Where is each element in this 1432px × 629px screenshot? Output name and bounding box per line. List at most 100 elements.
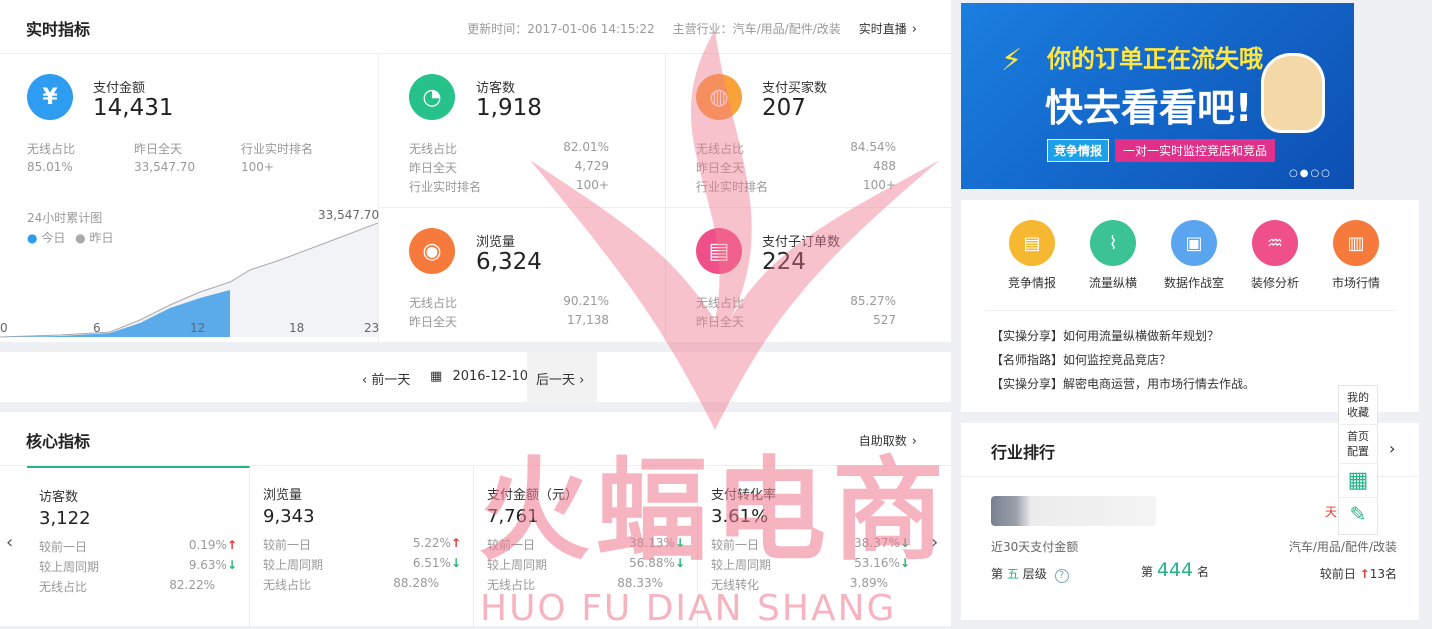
home-config-button[interactable]: 首页配置: [1339, 425, 1377, 464]
payment-sub-value-1: 33,547.70: [134, 160, 196, 174]
carousel-next-icon[interactable]: ›: [931, 532, 938, 553]
tool-label: 竞争情报: [1007, 276, 1056, 290]
clipboard-icon: ▤: [696, 228, 742, 274]
core-card-visitors[interactable]: 访客数 3,122 较前一日 0.19%↑ 较上周同期 9.63%↓ 无线占比 82.…: [27, 466, 250, 626]
level-info: 第 五 层级 ?: [991, 565, 1069, 583]
payment-sub-label-2: 行业实时排名: [241, 142, 314, 156]
x-tick-0: 0: [0, 321, 8, 335]
suborders-row-1: 昨日全天 527: [696, 313, 896, 329]
card-value: 9,343: [263, 506, 315, 527]
date-picker[interactable]: ▦ 2016-12-10: [430, 369, 528, 384]
help-icon[interactable]: ?: [1054, 569, 1069, 583]
card-row: 较上周同期 6.51%↓: [263, 556, 461, 572]
ranking-industry: 汽车/用品/配件/改装: [1288, 540, 1397, 554]
payment-sub-label-1: 昨日全天: [134, 142, 183, 156]
next-day-label: 后一天: [536, 373, 576, 388]
buyers-value: 207: [762, 95, 806, 121]
tool-competition[interactable]: ▤ 竞争情报: [997, 220, 1067, 291]
prev-day-label: 前一天: [371, 373, 411, 388]
arrow-down-icon: ↓: [899, 536, 910, 550]
arrow-down-icon: ↓: [674, 556, 685, 570]
suborders-row-0: 无线占比 85.27%: [696, 294, 896, 310]
article-link-0[interactable]: 【实操分享】如何用流量纵横做新年规划？: [991, 327, 1219, 344]
rank-info: 第 444 名: [1141, 559, 1209, 581]
card-label: 支付转化率: [711, 488, 777, 503]
tool-warroom[interactable]: ▣ 数据作战室: [1159, 220, 1229, 291]
card-label: 支付金额（元）: [487, 488, 579, 503]
tool-market[interactable]: ▥ 市场行情: [1321, 220, 1391, 291]
arrow-down-icon: ↓: [674, 536, 685, 550]
tool-traffic[interactable]: ⌇ 流量纵横: [1078, 220, 1148, 291]
arrow-down-icon: ↓: [450, 556, 461, 570]
card-row: 无线转化 3.89%: [711, 576, 888, 592]
prev-day-button[interactable]: ‹ 前一天: [362, 369, 410, 388]
card-row: 较上周同期 56.88%↓: [487, 556, 685, 572]
core-card-pageviews[interactable]: 浏览量 9,343 较前一日 5.22%↑ 较上周同期 6.51%↓ 无线占比 88.…: [251, 466, 474, 626]
carousel-dots[interactable]: ○●○○: [1289, 168, 1332, 179]
core-title: 核心指标: [26, 432, 91, 451]
visitors-label: 访客数: [476, 81, 516, 96]
tool-label: 流量纵横: [1088, 276, 1137, 290]
x-tick-3: 18: [289, 321, 305, 335]
realtime-panel: 实时指标 更新时间：2017-01-06 14:15:22 主营行业：汽车/用品…: [0, 0, 951, 342]
pencil-icon[interactable]: ✎: [1339, 498, 1377, 530]
tool-label: 装修分析: [1250, 276, 1299, 290]
card-value: 7,761: [487, 506, 539, 527]
ranking-desc: 近30天支付金额: [991, 540, 1079, 554]
suborders-value: 224: [762, 249, 806, 275]
bar-chart-icon: ▥: [1333, 220, 1379, 266]
document-icon: ▤: [1009, 220, 1055, 266]
payment-sub-label-0: 无线占比: [27, 142, 76, 156]
footprint-icon: ◔: [409, 74, 455, 120]
next-day-button[interactable]: 后一天 ›: [527, 352, 597, 402]
realtime-header-info: 更新时间：2017-01-06 14:15:22 主营行业：汽车/用品/配件/改…: [467, 20, 917, 37]
article-link-2[interactable]: 【实操分享】解密电商运营，用市场行情去作战。: [991, 375, 1255, 392]
card-label: 访客数: [39, 490, 79, 505]
tool-decoration[interactable]: ♒ 装修分析: [1240, 220, 1310, 291]
card-row: 较前一日 5.22%↑: [263, 536, 461, 552]
update-time: 更新时间：2017-01-06 14:15:22: [467, 22, 655, 36]
card-row: 无线占比 88.28%: [263, 576, 439, 592]
banner-tag: 竞争情报: [1047, 139, 1110, 162]
core-card-payment[interactable]: 支付金额（元） 7,761 较前一日 38.13%↓ 较上周同期 56.88%↓ 无…: [475, 466, 698, 626]
card-row: 较上周同期 53.16%↓: [711, 556, 910, 572]
chevron-left-icon: ‹: [362, 373, 368, 388]
date-label: 2016-12-10: [452, 369, 528, 384]
payment-value: 14,431: [93, 95, 174, 121]
card-row: 无线占比 82.22%: [39, 578, 215, 594]
chevron-right-icon[interactable]: ›: [1389, 439, 1395, 458]
article-link-1[interactable]: 【名师指路】如何监控竞品竞店？: [991, 351, 1171, 368]
chevron-right-icon: ›: [911, 22, 917, 37]
core-card-conversion[interactable]: 支付转化率 3.61% 较前一日 38.37%↓ 较上周同期 53.16%↓ 无线转…: [699, 466, 922, 626]
promo-banner[interactable]: 你的订单正在流失哦 快去看看吧! 竞争情报 一对一实时监控竞店和竞品 ⚡ ○●○…: [961, 3, 1354, 189]
payment-sub-value-0: 85.01%: [27, 160, 73, 174]
visitors-row-1: 昨日全天 4,729: [409, 159, 609, 175]
live-link[interactable]: 实时直播 ›: [859, 20, 917, 37]
floating-sidebar: 我的收藏 首页配置 ▦ ✎: [1338, 385, 1378, 535]
banner-sub: 一对一实时监控竞店和竞品: [1115, 139, 1276, 162]
buyers-label: 支付买家数: [762, 81, 828, 96]
card-row: 较前一日 38.37%↓: [711, 536, 910, 552]
card-row: 较前一日 38.13%↓: [487, 536, 685, 552]
arrow-down-icon: ↓: [226, 558, 237, 572]
buyers-icon: ◍: [696, 74, 742, 120]
banner-line1: 你的订单正在流失哦: [1047, 45, 1263, 73]
card-value: 3,122: [39, 508, 91, 529]
card-value: 3.61%: [711, 506, 769, 527]
custom-fetch-link[interactable]: 自助取数 ›: [859, 432, 917, 449]
visitors-row-0: 无线占比 82.01%: [409, 140, 609, 156]
date-nav: ‹ 前一天 ▦ 2016-12-10 后一天 ›: [0, 352, 951, 402]
arrow-down-icon: ↓: [899, 556, 910, 570]
favorites-button[interactable]: 我的收藏: [1339, 386, 1377, 425]
pageviews-label: 浏览量: [476, 235, 516, 250]
pageviews-value: 6,324: [476, 249, 542, 275]
carousel-prev-icon[interactable]: ‹: [6, 532, 13, 553]
pageviews-row-1: 昨日全天 17,138: [409, 313, 609, 329]
id-card-icon: ▣: [1171, 220, 1217, 266]
live-link-label: 实时直播: [858, 22, 907, 36]
qrcode-icon[interactable]: ▦: [1339, 464, 1377, 498]
card-row: 无线占比 88.33%: [487, 576, 663, 592]
tool-label: 市场行情: [1331, 276, 1380, 290]
x-tick-4: 23: [364, 321, 380, 335]
visitors-value: 1,918: [476, 95, 542, 121]
